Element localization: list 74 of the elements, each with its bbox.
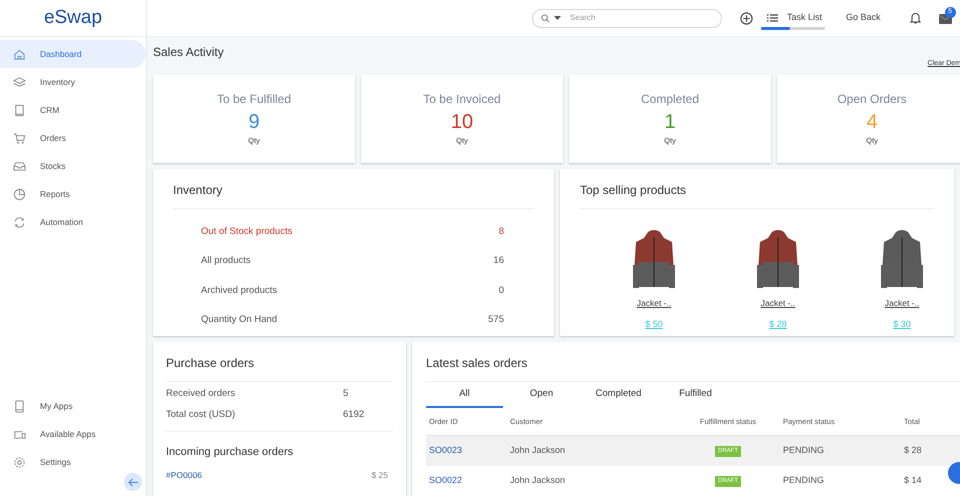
stat-value: 4 [866, 110, 878, 135]
layers-icon [13, 76, 26, 88]
nav-item[interactable]: My Apps [0, 392, 146, 420]
section-title: Incoming purchase orders [166, 446, 294, 458]
caret-icon [554, 16, 561, 20]
nav-item[interactable]: Settings [0, 448, 146, 476]
inventory-value: 16 [493, 254, 504, 268]
list-icon [767, 14, 778, 22]
table-cell-text: John Jackson [510, 474, 566, 488]
inventory-label: All products [201, 254, 251, 268]
table-cell-text: John Jackson [510, 444, 566, 458]
search-field[interactable]: Search [532, 8, 722, 28]
stat-title: Open Orders [837, 91, 907, 108]
table-cell-text: $ 28 [904, 444, 923, 458]
stat-title: To be Fulfilled [216, 91, 292, 108]
product-link[interactable]: Jacket -.. [884, 297, 920, 310]
tab[interactable]: Completed [580, 382, 657, 408]
plus-circle-icon[interactable] [740, 12, 753, 24]
inventory-value: 575 [488, 312, 504, 327]
search-icon [541, 14, 550, 22]
collapse-button[interactable] [124, 473, 142, 491]
pie-chart-icon [13, 188, 26, 200]
order-link[interactable]: SO0022 [429, 474, 510, 488]
bell-icon[interactable] [910, 12, 921, 24]
stat-value: 1 [664, 110, 676, 135]
sync-icon [13, 216, 26, 228]
tab[interactable]: Open [503, 382, 580, 408]
card-title: Purchase orders [166, 356, 254, 370]
order-link[interactable]: SO0023 [429, 444, 510, 458]
nav-item[interactable]: Available Apps [0, 420, 146, 448]
inventory-label: Quantity On Hand [201, 312, 278, 327]
nav-item[interactable]: CRM [0, 96, 146, 124]
go-back-link[interactable]: Go Back [846, 11, 881, 25]
logo-text: eSwap [44, 6, 102, 30]
nav-item[interactable]: Inventory [0, 68, 146, 96]
product-link[interactable]: Jacket -.. [760, 297, 796, 310]
inventory-label: Archived products [201, 284, 278, 298]
summary-value: 5 [343, 387, 350, 401]
search-input[interactable]: Search [570, 12, 700, 24]
nav-item[interactable]: Stocks [0, 152, 146, 180]
tablet-icon [13, 400, 26, 412]
cart-icon [13, 132, 26, 144]
book-icon [13, 104, 26, 116]
product-link[interactable]: Jacket -.. [636, 297, 672, 310]
settings-icon [13, 456, 26, 468]
inventory-value: 8 [498, 225, 504, 239]
home-icon [13, 48, 26, 60]
stat-title: To be Invoiced [423, 91, 501, 108]
inbox-icon [13, 160, 26, 172]
nav-item[interactable]: Automation [0, 208, 146, 236]
table-cell-text: PENDING [783, 444, 826, 458]
order-amount: $ 25 [371, 468, 388, 482]
table-cell-text: $ 14 [904, 474, 923, 488]
card-title: Inventory [173, 183, 222, 197]
nav-item[interactable]: Orders [0, 124, 146, 152]
page-title: Sales Activity [153, 44, 224, 61]
order-link[interactable]: #PO0006 [166, 468, 202, 482]
card-title: Top selling products [580, 183, 686, 197]
nav-item[interactable]: Reports [0, 180, 146, 208]
summary-label: Received orders [166, 387, 236, 401]
inventory-value: 0 [498, 284, 504, 298]
nav-item[interactable]: Dashboard [0, 40, 146, 68]
inventory-label: Out of Stock products [201, 225, 292, 239]
arrow-left-icon [128, 478, 138, 486]
stat-value: 10 [450, 110, 474, 135]
tab[interactable]: Fulfilled [657, 382, 734, 408]
stat-value: 9 [248, 110, 260, 135]
task-list-button[interactable]: Task List [761, 8, 825, 28]
summary-value: 6192 [343, 408, 366, 422]
card-title: Latest sales orders [426, 356, 528, 370]
stat-title: Completed [640, 91, 700, 108]
summary-label: Total cost (USD) [166, 408, 236, 422]
table-cell-text: PENDING [783, 474, 826, 488]
tab[interactable]: All [426, 382, 503, 408]
